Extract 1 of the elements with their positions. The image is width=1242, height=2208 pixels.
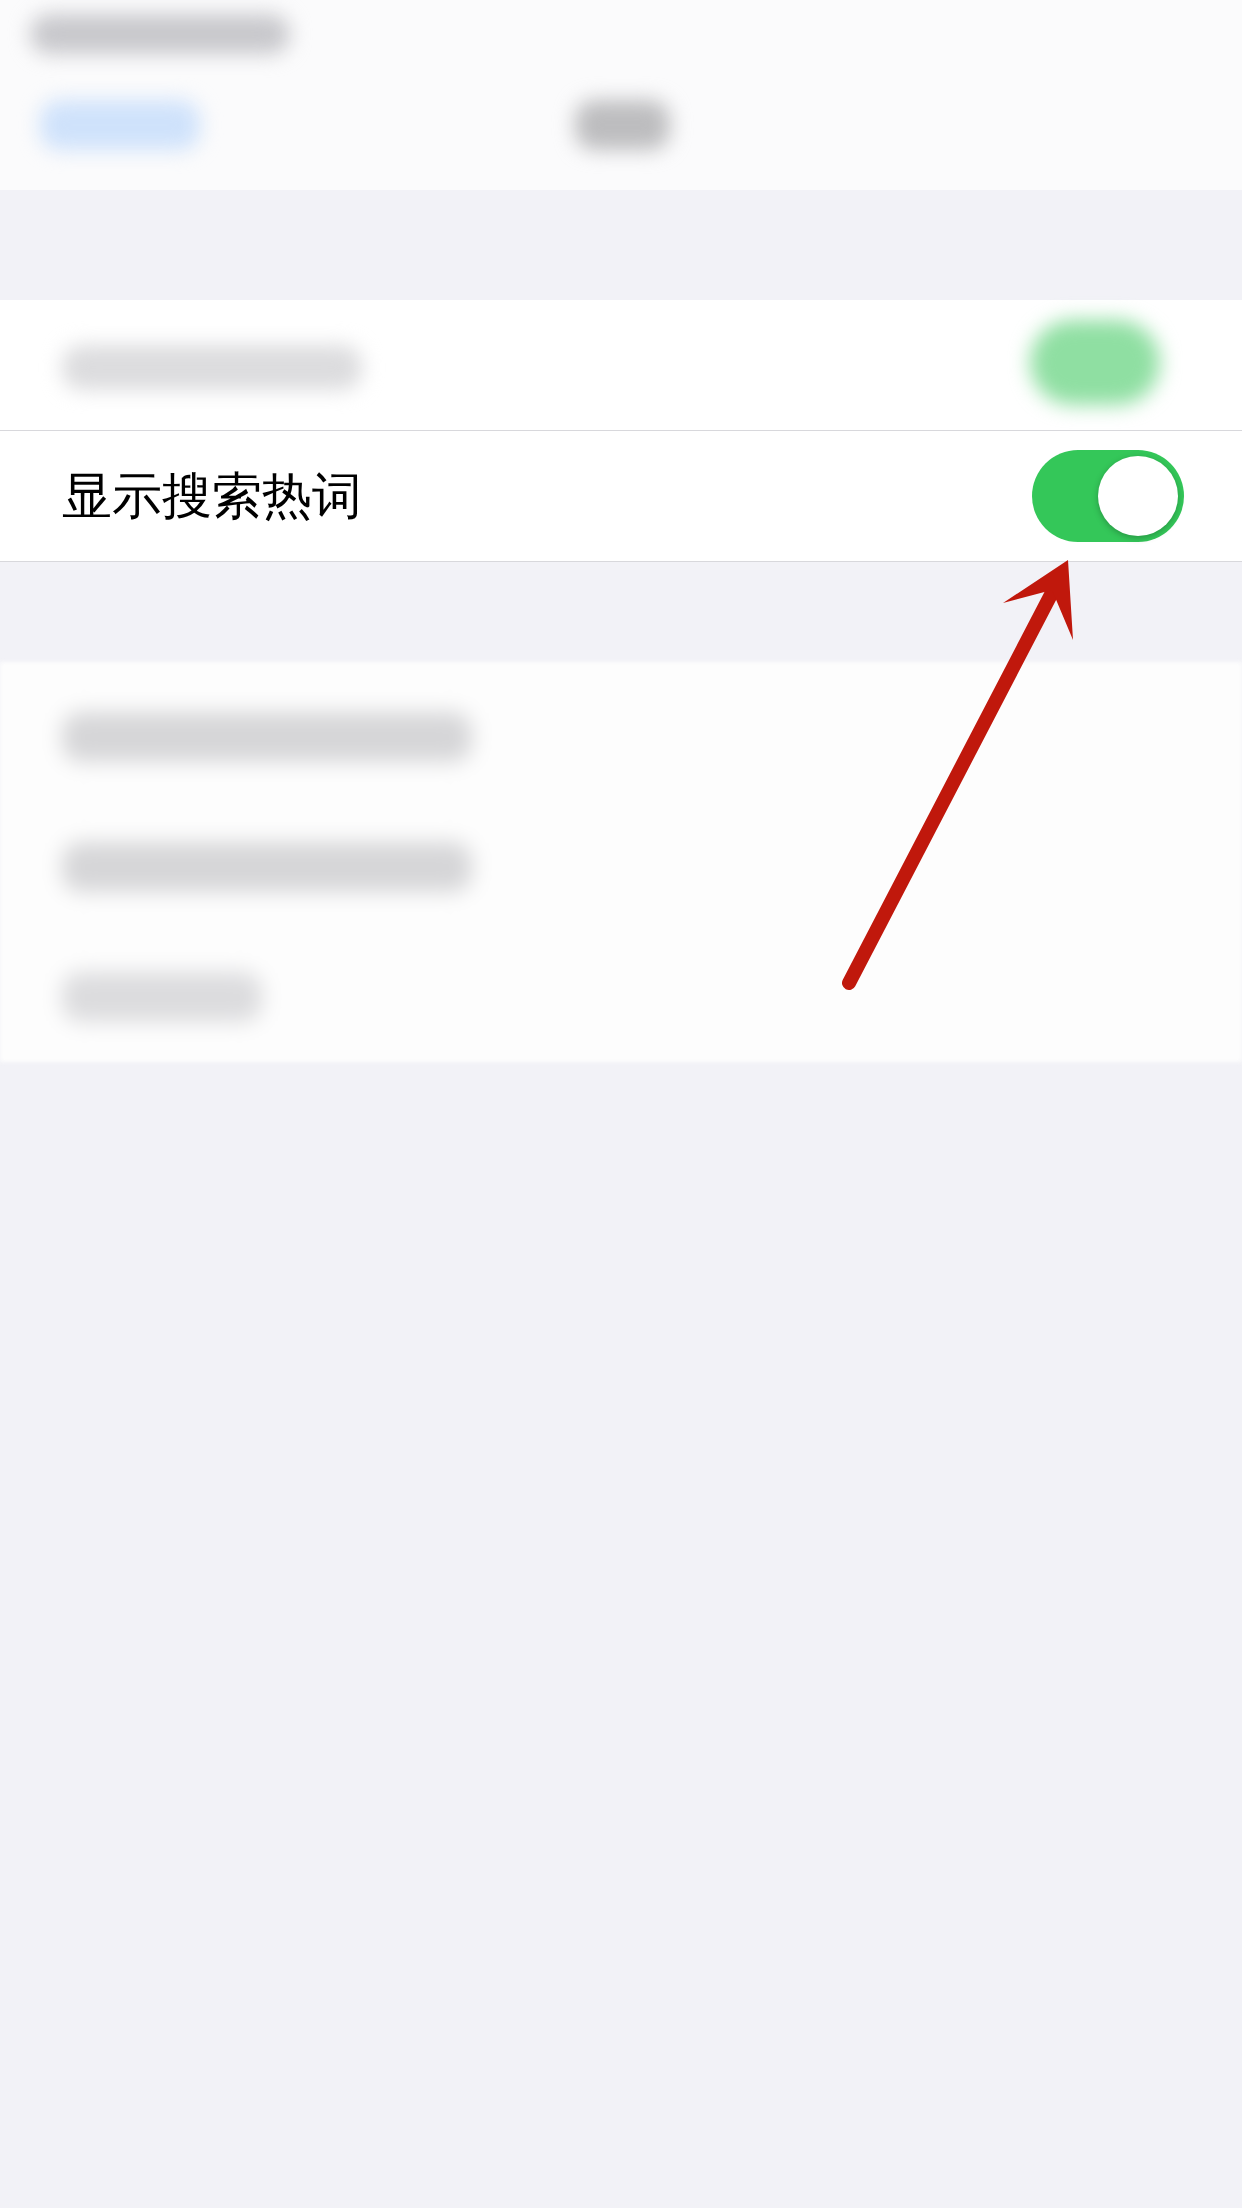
setting-label: 显示搜索热词 [62,465,362,527]
